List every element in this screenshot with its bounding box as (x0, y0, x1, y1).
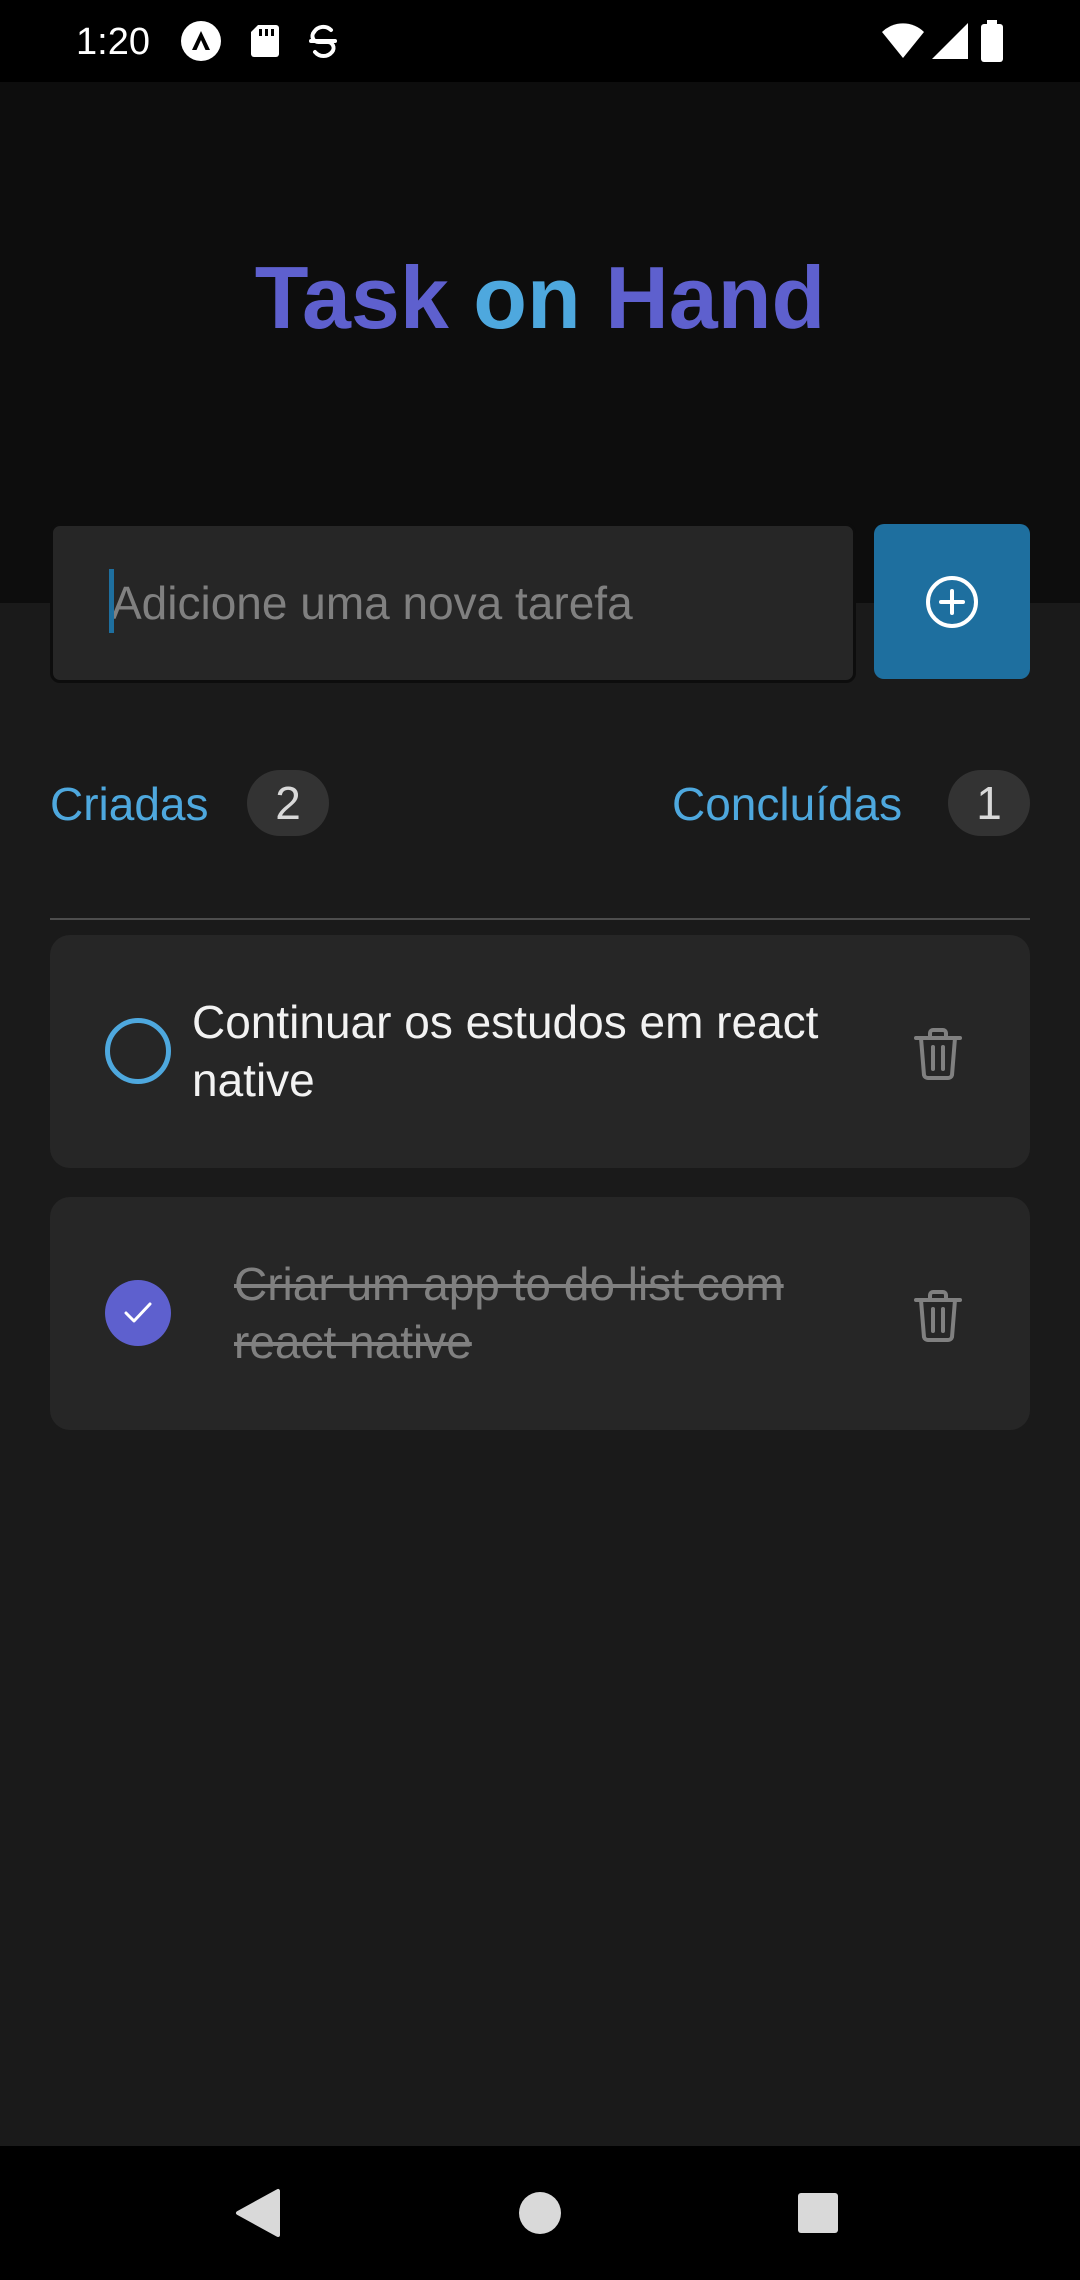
status-bar: 1:20 (0, 0, 1080, 82)
check-circle-icon[interactable] (105, 1280, 171, 1346)
task-card: Continuar os estudos em react native (50, 935, 1030, 1168)
done-label: Concluídas (672, 778, 903, 830)
created-count-badge: 2 (247, 770, 329, 836)
status-time: 1:20 (76, 21, 150, 63)
text-cursor (109, 569, 114, 633)
done-count-badge: 1 (948, 770, 1030, 836)
home-circle-icon[interactable] (470, 2146, 610, 2280)
title-word-task: Task (254, 248, 449, 347)
add-task-button[interactable] (874, 524, 1030, 679)
title-word-on: on (473, 248, 581, 347)
title-word-hand: Hand (605, 248, 826, 347)
recents-square-icon[interactable] (748, 2146, 888, 2280)
sync-app-icon (302, 20, 344, 62)
trash-icon[interactable] (908, 1023, 968, 1083)
app-a-icon (180, 20, 222, 62)
task-text: Criar um app to do list com react native (234, 1258, 784, 1368)
sd-card-icon (244, 20, 286, 62)
wifi-icon (880, 18, 926, 64)
battery-icon (980, 19, 1004, 63)
system-nav-bar (0, 2146, 1080, 2280)
empty-circle-icon[interactable] (105, 1018, 171, 1084)
task-text: Continuar os estudos em react native (192, 996, 819, 1106)
app-title: Task on Hand (0, 248, 1080, 348)
list-divider (50, 918, 1030, 920)
cell-signal-icon (928, 19, 972, 63)
task-card: Criar um app to do list com react native (50, 1197, 1030, 1430)
back-triangle-icon[interactable] (190, 2146, 330, 2280)
trash-icon[interactable] (908, 1285, 968, 1345)
new-task-input[interactable] (50, 523, 856, 683)
created-label: Criadas (50, 778, 209, 830)
